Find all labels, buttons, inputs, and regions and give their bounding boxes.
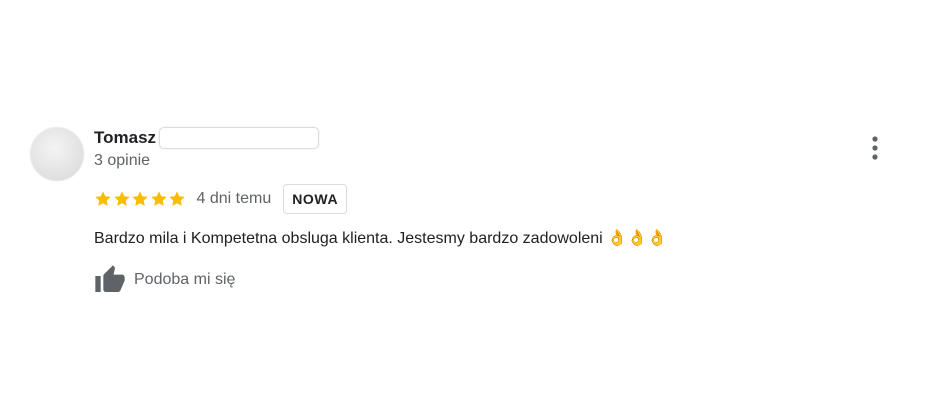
review-card: Tomasz 3 opinie 4 dni temu NOWA Bardzo m… — [0, 0, 940, 400]
star-icon — [113, 191, 130, 206]
star-icon — [169, 191, 185, 206]
review-text: Bardzo mila i Kompetetna obsluga klienta… — [94, 230, 667, 247]
redacted-surname — [159, 127, 320, 149]
reviewer-name[interactable]: Tomasz — [94, 128, 156, 148]
star-icon — [95, 191, 111, 206]
like-button[interactable]: Podoba mi się — [94, 264, 235, 296]
like-label: Podoba mi się — [134, 271, 236, 288]
review-count: 3 opinie — [94, 152, 151, 169]
rating-row: 4 dni temu NOWA — [94, 184, 348, 214]
thumbs-up-icon — [95, 265, 125, 292]
avatar[interactable] — [30, 127, 84, 181]
more-options-button[interactable] — [862, 134, 888, 162]
star-icon — [150, 191, 167, 206]
star-rating — [94, 190, 187, 208]
star-icon — [132, 191, 148, 206]
more-vert-icon — [872, 136, 878, 160]
review-date: 4 dni temu — [196, 190, 272, 207]
new-badge: NOWA — [283, 184, 348, 214]
reviewer-name-row: Tomasz — [94, 126, 320, 150]
